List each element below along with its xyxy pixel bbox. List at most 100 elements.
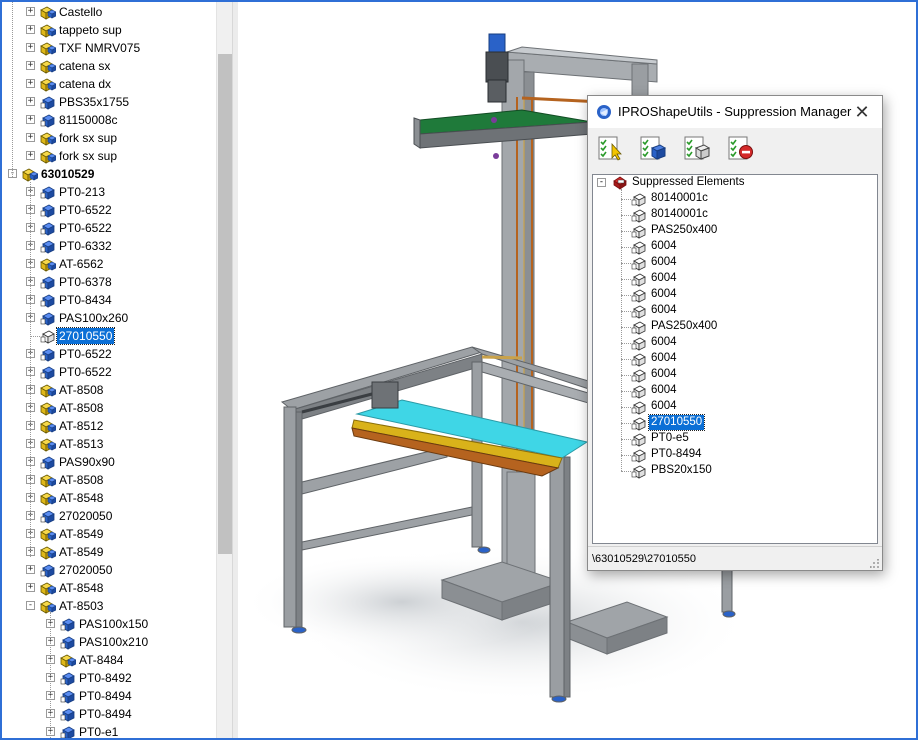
collapse-icon[interactable]: - — [597, 178, 606, 187]
tree-item[interactable]: +27020050 — [2, 561, 216, 579]
expand-icon[interactable]: + — [26, 565, 35, 574]
tree-scroll-thumb[interactable] — [218, 54, 232, 554]
tree-item[interactable]: +81150008c — [2, 111, 216, 129]
tree-item[interactable]: + PAS100x150 — [2, 615, 216, 633]
tree-item[interactable]: + PBS35x1755 — [2, 93, 216, 111]
suppressed-item[interactable]: 6004 — [593, 255, 877, 271]
suppressed-part-icon — [631, 319, 647, 335]
suppress-button[interactable] — [640, 134, 667, 162]
tree-item[interactable]: + PT0-6332 — [2, 237, 216, 255]
dialog-title-bar[interactable]: IPROShapeUtils - Suppression Manager ✕ — [588, 96, 882, 128]
tree-scrollbar[interactable] — [216, 2, 233, 738]
suppressed-item[interactable]: 6004 — [593, 287, 877, 303]
tree-item[interactable]: + AT-8508 — [2, 381, 216, 399]
part-blue-icon — [40, 114, 55, 128]
expand-icon[interactable]: + — [26, 115, 35, 124]
tree-item[interactable]: + Castello — [2, 3, 216, 21]
tree-item[interactable]: + PT0-6378 — [2, 273, 216, 291]
tree-item[interactable]: + AT-8508 — [2, 399, 216, 417]
expand-icon[interactable]: + — [26, 583, 35, 592]
tree-item[interactable]: + AT-8549 — [2, 543, 216, 561]
tree-item[interactable]: + AT-8548 — [2, 579, 216, 597]
expand-icon[interactable]: + — [26, 61, 35, 70]
tree-item[interactable]: -63010529 — [2, 165, 216, 183]
suppressed-part-icon — [631, 399, 647, 415]
suppressed-item[interactable]: 6004 — [593, 335, 877, 351]
expand-icon[interactable]: + — [26, 151, 35, 160]
suppressed-item[interactable]: 27010550 — [593, 414, 877, 431]
suppressed-item[interactable]: 6004 — [593, 399, 877, 415]
suppressed-item[interactable]: 80140001c — [593, 191, 877, 207]
suppressed-item[interactable]: PAS250x400 — [593, 319, 877, 335]
select-suppressed-button[interactable] — [598, 134, 624, 162]
close-button[interactable]: ✕ — [850, 100, 874, 124]
tree-item[interactable]: + PT0-8434 — [2, 291, 216, 309]
tree-item[interactable]: + AT-8513 — [2, 435, 216, 453]
suppressed-item[interactable]: PAS250x400 — [593, 223, 877, 239]
suppressed-item[interactable]: 80140001c — [593, 207, 877, 223]
tree-item-label: TXF NMRV075 — [59, 41, 141, 55]
tree-item[interactable]: +27020050 — [2, 507, 216, 525]
part-blue-icon — [40, 240, 55, 254]
tree-item[interactable]: + catena dx — [2, 75, 216, 93]
tree-item[interactable]: + PT0-8492 — [2, 669, 216, 687]
tree-item[interactable]: + fork sx sup — [2, 147, 216, 165]
tree-item-label: Castello — [59, 5, 103, 19]
tree-item[interactable]: + PT0-8494 — [2, 705, 216, 723]
expand-icon[interactable]: + — [26, 133, 35, 142]
suppressed-item[interactable]: 6004 — [593, 271, 877, 287]
assembly-yellow-icon — [22, 166, 39, 182]
tree-item[interactable]: + PT0-213 — [2, 183, 216, 201]
tree-item[interactable]: + PT0-6522 — [2, 345, 216, 363]
tree-item[interactable]: + AT-8508 — [2, 471, 216, 489]
tree-item[interactable]: + AT-6562 — [2, 255, 216, 273]
expand-icon[interactable]: + — [26, 79, 35, 88]
expand-icon[interactable]: + — [26, 43, 35, 52]
suppressed-item[interactable]: PT0-8494 — [593, 447, 877, 463]
feature-tree[interactable]: + Castello + tappeto sup + TXF NMRV075 + catena… — [2, 2, 218, 738]
tree-item[interactable]: + PAS100x260 — [2, 309, 216, 327]
tree-item[interactable]: + fork sx sup — [2, 129, 216, 147]
suppressed-item[interactable]: 6004 — [593, 367, 877, 383]
subassembly-yellow-icon — [40, 24, 57, 38]
tree-item[interactable]: + PT0-8494 — [2, 687, 216, 705]
tree-item[interactable]: + PT0-6522 — [2, 219, 216, 237]
tree-item[interactable]: + PT0-6522 — [2, 201, 216, 219]
suppressed-item[interactable]: PT0-e5 — [593, 431, 877, 447]
tree-item[interactable]: + AT-8549 — [2, 525, 216, 543]
tree-item[interactable]: + AT-8484 — [2, 651, 216, 669]
suppressed-item[interactable]: 6004 — [593, 303, 877, 319]
tree-item[interactable]: - AT-8503 — [2, 597, 216, 615]
suppressed-item[interactable]: PBS20x150 — [593, 463, 877, 479]
expand-icon[interactable]: + — [26, 7, 35, 16]
suppressed-root[interactable]: - Suppressed Elements — [593, 175, 877, 191]
suppressed-item[interactable]: 6004 — [593, 351, 877, 367]
suppressed-part-icon — [631, 417, 646, 431]
collapse-icon[interactable]: - — [26, 601, 35, 610]
suppressed-item[interactable]: 6004 — [593, 383, 877, 399]
suppressed-elements-tree[interactable]: - Suppressed Elements 80140001c 80140001c PA… — [592, 174, 878, 544]
remove-button[interactable] — [728, 134, 754, 162]
subassembly-yellow-icon — [40, 40, 57, 56]
part-blue-icon — [40, 456, 55, 470]
tree-item[interactable]: + PT0-e1 — [2, 723, 216, 738]
tree-item[interactable]: + PT0-6522 — [2, 363, 216, 381]
unsuppress-button[interactable] — [684, 134, 711, 162]
subassembly-yellow-icon — [40, 22, 57, 38]
suppressed-item-label: 6004 — [651, 336, 677, 348]
suppressed-part-icon — [631, 447, 647, 463]
tree-item[interactable]: + TXF NMRV075 — [2, 39, 216, 57]
part-blue-icon — [40, 274, 56, 290]
tree-item[interactable]: 27010550 — [2, 327, 216, 345]
expand-icon[interactable]: + — [26, 97, 35, 106]
tree-item[interactable]: + PAS100x210 — [2, 633, 216, 651]
expand-icon[interactable]: + — [26, 25, 35, 34]
tree-item[interactable]: + tappeto sup — [2, 21, 216, 39]
tree-connector — [621, 439, 631, 440]
resize-grip-icon[interactable] — [870, 559, 880, 569]
tree-item[interactable]: + AT-8512 — [2, 417, 216, 435]
tree-item[interactable]: + catena sx — [2, 57, 216, 75]
tree-item[interactable]: + AT-8548 — [2, 489, 216, 507]
suppressed-item[interactable]: 6004 — [593, 239, 877, 255]
tree-item[interactable]: + PAS90x90 — [2, 453, 216, 471]
